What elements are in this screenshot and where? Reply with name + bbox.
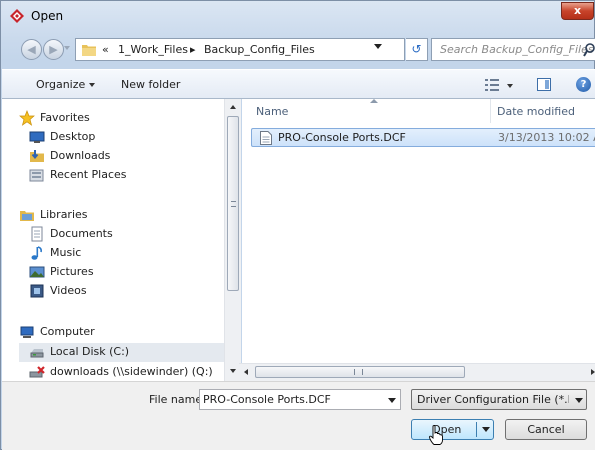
nav-pictures-label: Pictures [50, 265, 94, 278]
nav-downloads-label: Downloads [50, 149, 111, 162]
nav-desktop[interactable]: Desktop [29, 128, 219, 147]
nav-music[interactable]: Music [29, 244, 219, 263]
nav-libraries[interactable]: Libraries [19, 206, 219, 225]
organize-label: Organize [36, 78, 86, 91]
chevron-down-icon [575, 398, 583, 403]
nav-computer-label: Computer [40, 325, 95, 338]
file-list: Name Date modified PRO-Console Ports.DCF… [242, 99, 595, 381]
grip-icon [231, 201, 236, 207]
nav-music-label: Music [50, 246, 82, 259]
search-box[interactable]: Search Backup_Config_Files [431, 38, 595, 61]
open-dialog: Open x ◀ ▶ « 1_Work_Files ▸ Backup_Confi… [0, 0, 595, 450]
grip-icon [354, 369, 363, 375]
downloads-folder-icon [30, 150, 44, 162]
chevron-down-icon[interactable] [388, 398, 396, 403]
scroll-right-arrow-icon[interactable] [591, 369, 595, 375]
breadcrumb-overflow[interactable]: « [102, 43, 109, 56]
new-folder-button[interactable]: New folder [121, 78, 180, 91]
file-name-combobox[interactable]: PRO-Console Ports.DCF [199, 389, 401, 410]
nav-desktop-label: Desktop [50, 130, 96, 143]
computer-icon [20, 326, 34, 338]
file-name-label: File name: [149, 393, 206, 406]
pictures-icon [29, 266, 45, 278]
scroll-up-arrow-icon[interactable] [230, 105, 236, 109]
nav-documents-label: Documents [50, 227, 113, 240]
nav-favorites[interactable]: Favorites [19, 109, 219, 128]
file-row[interactable]: PRO-Console Ports.DCF 3/13/2013 10:02 AM [251, 128, 595, 147]
change-view-icon[interactable] [485, 79, 499, 91]
breadcrumb-backup-config[interactable]: Backup_Config_Files [204, 43, 315, 56]
file-icon [260, 131, 272, 145]
file-name: PRO-Console Ports.DCF [278, 131, 406, 144]
nav-vertical-scrollbar[interactable] [224, 99, 241, 381]
column-divider[interactable] [490, 99, 491, 123]
recent-pages-arrow-icon[interactable] [64, 46, 70, 50]
scroll-down-arrow-icon[interactable] [230, 369, 236, 373]
folder-icon [82, 45, 96, 56]
recent-places-icon [29, 169, 44, 182]
nav-recent-places[interactable]: Recent Places [29, 166, 219, 185]
nav-videos-label: Videos [50, 284, 87, 297]
file-type-value: Driver Configuration File (*.DCF [417, 393, 569, 406]
search-icon[interactable] [583, 43, 595, 57]
dialog-footer: File name: PRO-Console Ports.DCF Driver … [2, 381, 595, 450]
navigation-pane: Favorites Desktop Downloads Recent Place… [2, 99, 238, 381]
file-name-value: PRO-Console Ports.DCF [203, 393, 331, 406]
command-toolbar: Organize New folder ? [2, 69, 595, 99]
scroll-left-arrow-icon[interactable] [244, 369, 248, 375]
forward-button[interactable]: ▶ [43, 39, 64, 60]
hand-cursor-icon [429, 425, 443, 445]
nav-downloads[interactable]: Downloads [29, 147, 219, 166]
nav-videos[interactable]: Videos [29, 282, 219, 301]
preview-pane-icon[interactable] [537, 78, 551, 91]
nav-network-drive-label: downloads (\\sidewinder) (Q:) [50, 365, 213, 378]
column-header-date[interactable]: Date modified [497, 105, 575, 129]
libraries-icon [20, 211, 34, 221]
cancel-button[interactable]: Cancel [505, 419, 587, 440]
breadcrumb-separator[interactable]: ▸ [190, 43, 196, 56]
nav-recent-label: Recent Places [50, 168, 127, 181]
desktop-icon [29, 131, 45, 143]
refresh-button[interactable]: ↺ [406, 38, 428, 61]
app-diamond-icon [10, 9, 24, 23]
split-divider [476, 422, 477, 437]
star-icon [19, 110, 35, 126]
nav-local-disk-label: Local Disk (C:) [50, 345, 130, 358]
column-header-name[interactable]: Name [256, 105, 288, 129]
open-button[interactable]: Open [411, 419, 494, 440]
file-type-filter[interactable]: Driver Configuration File (*.DCF [411, 389, 587, 410]
close-button[interactable]: x [561, 2, 594, 20]
sort-ascending-icon [370, 99, 378, 103]
disconnected-drive-icon [29, 366, 45, 378]
organize-menu[interactable]: Organize [36, 78, 96, 91]
help-icon[interactable]: ? [576, 77, 591, 92]
nav-libraries-label: Libraries [40, 208, 88, 221]
hard-drive-icon [30, 349, 44, 358]
window-title: Open [31, 9, 64, 23]
nav-computer[interactable]: Computer [19, 323, 219, 342]
documents-icon [31, 226, 43, 242]
nav-local-disk[interactable]: Local Disk (C:) [19, 343, 224, 362]
nav-scroll-thumb[interactable] [227, 116, 239, 291]
nav-pictures[interactable]: Pictures [29, 263, 219, 282]
address-dropdown-icon[interactable] [374, 44, 382, 49]
open-options-arrow-icon[interactable] [482, 427, 490, 432]
videos-icon [30, 284, 44, 298]
breadcrumb-work-files[interactable]: 1_Work_Files [118, 43, 188, 56]
nav-favorites-label: Favorites [40, 111, 90, 124]
title-bar: Open x [1, 1, 595, 31]
search-placeholder: Search Backup_Config_Files [440, 43, 594, 56]
files-scroll-thumb[interactable] [255, 366, 465, 378]
nav-network-drive[interactable]: downloads (\\sidewinder) (Q:) [29, 363, 229, 382]
files-horizontal-scrollbar[interactable] [239, 363, 595, 381]
chevron-down-icon [89, 83, 96, 87]
address-bar[interactable]: « 1_Work_Files ▸ Backup_Config_Files [75, 38, 405, 61]
back-button[interactable]: ◀ [21, 39, 42, 60]
music-note-icon [31, 246, 42, 260]
view-options-arrow-icon[interactable] [507, 84, 513, 88]
file-date: 3/13/2013 10:02 AM [498, 131, 595, 144]
nav-documents[interactable]: Documents [29, 225, 219, 244]
